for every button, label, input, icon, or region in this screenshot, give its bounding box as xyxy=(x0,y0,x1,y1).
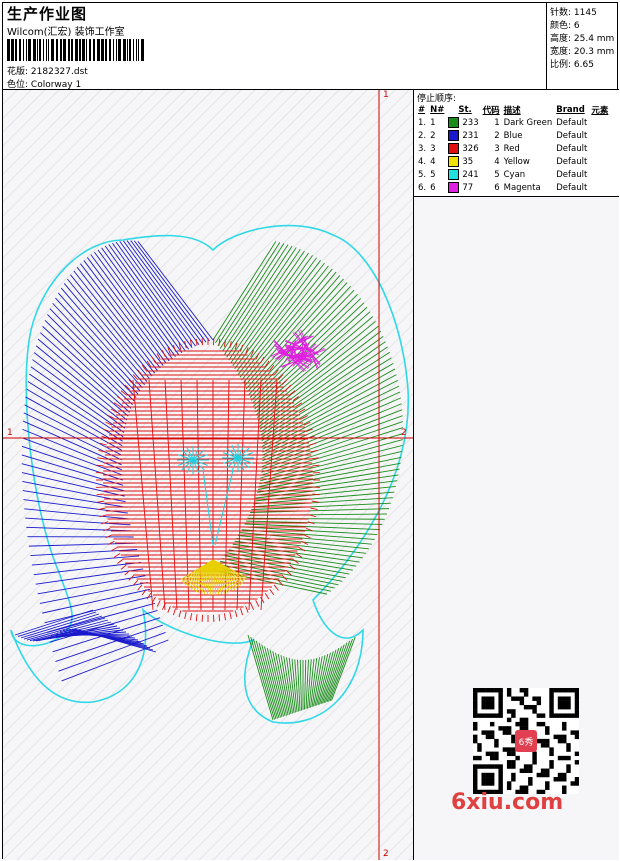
cell-st: 77 xyxy=(462,183,474,193)
cell-st: 241 xyxy=(462,170,479,180)
cell-n: 4 xyxy=(430,156,436,167)
header-info: 生产作业图 Wilcom(汇宏) 装饰工作室 花版: 2182327.dst 色… xyxy=(3,3,547,90)
qr-badge-text: 6秀 xyxy=(519,736,534,748)
stop-sequence-panel: 停止顺序: # N# St. 代码 描述 Brand 元素 1. 1 233 1 Dar… xyxy=(414,90,619,860)
cell-code: 3 xyxy=(494,143,500,154)
stat-width: 宽度: 20.3 mm xyxy=(550,47,615,57)
table-row: 4. 4 35 4 Yellow Default xyxy=(416,155,610,168)
company-name: Wilcom(汇宏) 装饰工作室 xyxy=(7,27,125,38)
stat-stitches: 针数: 1145 xyxy=(550,8,597,18)
cell-element xyxy=(589,142,610,155)
cell-idx: 2. xyxy=(418,130,427,141)
embroidery-preview xyxy=(3,90,413,860)
cell-desc: Yellow xyxy=(503,156,530,167)
cell-st: 35 xyxy=(462,157,474,167)
table-row: 1. 1 233 1 Dark Green Default xyxy=(416,116,610,129)
col-idx: # xyxy=(418,104,426,115)
cell-element xyxy=(589,181,610,194)
cell-element xyxy=(589,155,610,168)
cell-code: 4 xyxy=(494,156,500,167)
color-swatch xyxy=(448,130,460,141)
stat-height: 高度: 25.4 mm xyxy=(550,34,615,44)
cell-desc: Red xyxy=(503,143,520,154)
col-brand: Brand xyxy=(556,104,585,115)
axis-right-label: 2 xyxy=(401,428,407,438)
stop-sequence-table: # N# St. 代码 描述 Brand 元素 1. 1 233 1 Dark Gree… xyxy=(416,103,610,194)
cell-brand: Default xyxy=(556,169,588,180)
col-desc: 描述 xyxy=(503,105,521,116)
cell-brand: Default xyxy=(556,156,588,167)
cell-idx: 1. xyxy=(418,117,427,128)
cell-element xyxy=(589,168,610,181)
worksheet-page: 生产作业图 Wilcom(汇宏) 装饰工作室 花版: 2182327.dst 色… xyxy=(2,2,619,860)
cell-brand: Default xyxy=(556,143,588,154)
cell-desc: Blue xyxy=(503,130,523,141)
qr-code[interactable]: 6秀 xyxy=(473,688,579,794)
color-swatch xyxy=(448,156,460,167)
cell-brand: Default xyxy=(556,130,588,141)
cell-idx: 5. xyxy=(418,169,427,180)
cell-element xyxy=(589,129,610,142)
cell-brand: Default xyxy=(556,182,588,193)
stats-panel: 针数: 1145 颜色: 6 高度: 25.4 mm 宽度: 20.3 mm 比… xyxy=(547,3,619,89)
table-row: 6. 6 77 6 Magenta Default xyxy=(416,181,610,194)
cell-n: 1 xyxy=(430,117,436,128)
cell-idx: 4. xyxy=(418,156,427,167)
col-st: St. xyxy=(458,104,472,115)
axis-bottom-label: 2 xyxy=(383,849,389,859)
cell-desc: Cyan xyxy=(503,169,526,180)
cell-n: 6 xyxy=(430,182,436,193)
color-swatch xyxy=(448,143,460,154)
cell-idx: 3. xyxy=(418,143,427,154)
design-file: 花版: 2182327.dst xyxy=(7,64,88,77)
watermark-text: 6xiu.com xyxy=(451,790,564,815)
cell-element xyxy=(589,116,610,129)
table-row: 2. 2 231 2 Blue Default xyxy=(416,129,610,142)
table-row: 5. 5 241 5 Cyan Default xyxy=(416,168,610,181)
color-swatch xyxy=(448,117,460,128)
cell-n: 5 xyxy=(430,169,436,180)
col-code: 代码 xyxy=(482,105,500,116)
cell-desc: Dark Green xyxy=(503,117,553,128)
table-row: 3. 3 326 3 Red Default xyxy=(416,142,610,155)
cell-st: 231 xyxy=(462,131,479,141)
design-label: 花版: xyxy=(7,67,29,77)
cell-code: 6 xyxy=(494,182,500,193)
table-header-row: # N# St. 代码 描述 Brand 元素 xyxy=(416,103,610,116)
cell-desc: Magenta xyxy=(503,182,541,193)
cell-st: 233 xyxy=(462,118,479,128)
axis-top-label: 1 xyxy=(383,90,389,100)
cell-code: 1 xyxy=(494,117,500,128)
stat-scale: 比例: 6.65 xyxy=(550,60,594,70)
cell-st: 326 xyxy=(462,144,479,154)
col-n: N# xyxy=(430,104,445,115)
stat-colors: 颜色: 6 xyxy=(550,21,580,31)
page-title: 生产作业图 xyxy=(7,5,88,23)
color-swatch xyxy=(448,182,460,193)
cell-n: 2 xyxy=(430,130,436,141)
axis-left-label: 1 xyxy=(7,428,13,438)
barcode-image xyxy=(7,39,144,61)
cell-code: 5 xyxy=(494,169,500,180)
col-element: 元素 xyxy=(591,105,609,116)
color-swatch xyxy=(448,169,460,180)
cell-n: 3 xyxy=(430,143,436,154)
cell-code: 2 xyxy=(494,130,500,141)
cell-brand: Default xyxy=(556,117,588,128)
design-value: 2182327.dst xyxy=(30,67,88,77)
design-canvas: 1 2 1 2 xyxy=(3,90,414,860)
cell-idx: 6. xyxy=(418,182,427,193)
